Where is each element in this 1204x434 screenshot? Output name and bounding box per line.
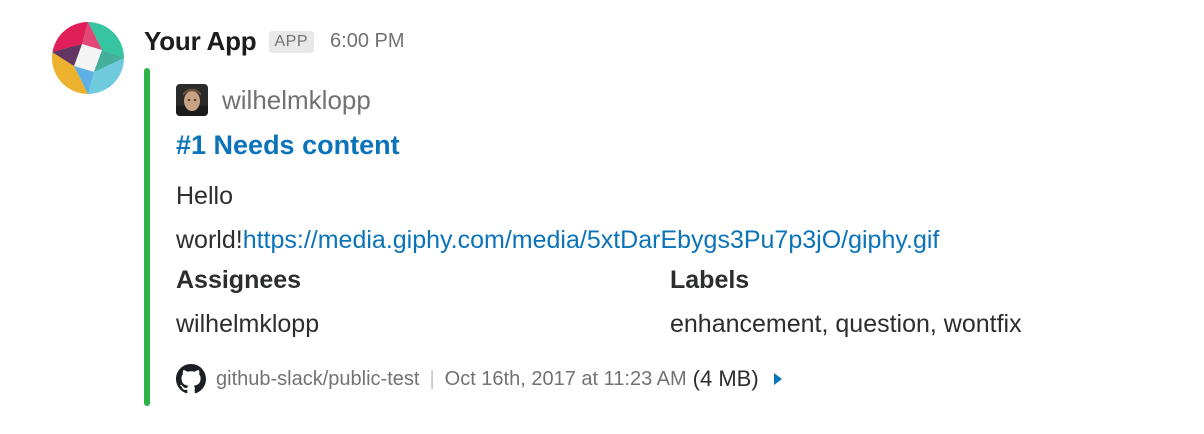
attachment-author: wilhelmklopp — [176, 84, 371, 116]
app-badge: APP — [268, 30, 315, 53]
field-value: wilhelmklopp — [176, 310, 320, 338]
slack-logo-icon — [52, 22, 124, 94]
field-title: Assignees — [176, 266, 302, 294]
message-header: Your App APP 6:00 PM — [144, 26, 405, 57]
attachment-text-line1: Hello — [176, 182, 233, 210]
field-assignees: Assignees wilhelmklopp — [176, 262, 319, 342]
github-icon — [176, 364, 206, 394]
field-title: Labels — [670, 266, 750, 294]
giphy-link[interactable]: https://media.giphy.com/media/5xtDarEbyg… — [243, 226, 940, 254]
field-value: enhancement, question, wontfix — [670, 310, 1022, 338]
attachment-text: Hello world!https://media.giphy.com/medi… — [176, 174, 939, 262]
app-name[interactable]: Your App — [144, 26, 257, 57]
app-avatar[interactable] — [52, 22, 124, 94]
attachment-color-bar — [144, 68, 150, 406]
attachment-footer: github-slack/public-test | Oct 16th, 201… — [176, 364, 783, 394]
user-avatar-icon — [176, 84, 208, 116]
attachment-title-link[interactable]: #1 Needs content — [176, 130, 400, 161]
footer-separator: | — [429, 367, 435, 390]
attachment-text-prefix: world! — [176, 226, 243, 254]
footer-date[interactable]: Oct 16th, 2017 at 11:23 AM — [445, 368, 687, 391]
message-timestamp[interactable]: 6:00 PM — [330, 30, 404, 53]
caret-right-icon[interactable] — [773, 372, 783, 386]
footer-repo: github-slack/public-test — [216, 367, 420, 390]
user-avatar[interactable] — [176, 84, 208, 116]
author-name[interactable]: wilhelmklopp — [222, 85, 371, 116]
field-labels: Labels enhancement, question, wontfix — [670, 262, 1022, 342]
attachment-text-line2: world!https://media.giphy.com/media/5xtD… — [176, 218, 939, 262]
footer-file-size: (4 MB) — [692, 366, 759, 391]
